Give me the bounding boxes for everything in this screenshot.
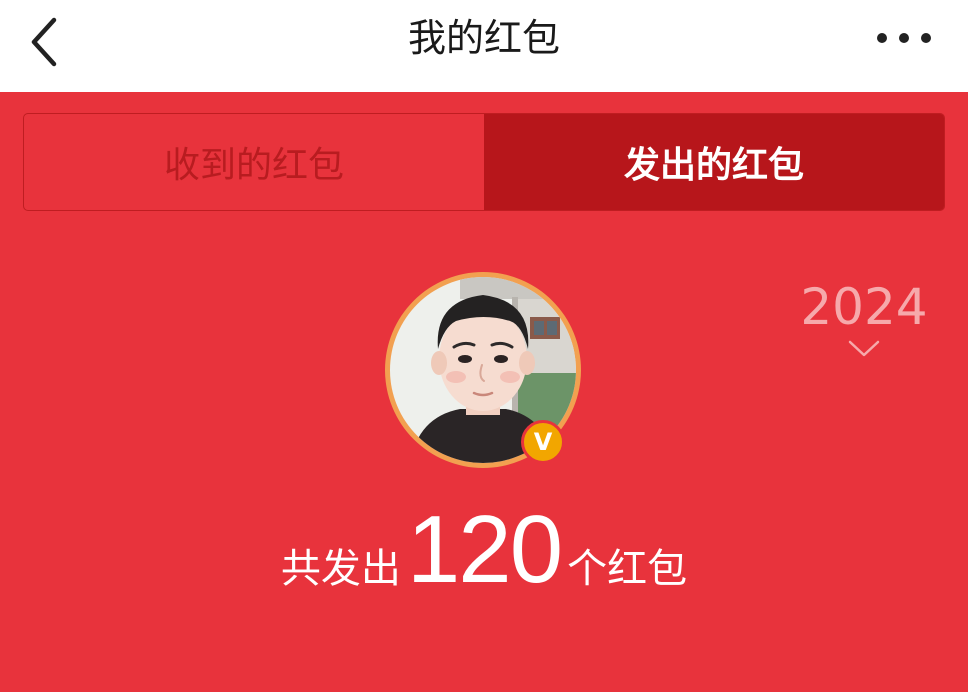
summary-prefix: 共发出 (280, 546, 401, 592)
verified-badge-icon: V (521, 420, 565, 464)
packet-tabs: 收到的红包 发出的红包 (23, 113, 945, 211)
red-packet-page: 我的红包 收到的红包 发出的红包 2024 V 共发出 120 个红包 (0, 0, 968, 692)
sent-summary: 共发出 120 个红包 (0, 500, 968, 610)
year-label: 2024 (800, 278, 928, 336)
tab-label: 收到的红包 (163, 145, 344, 186)
tab-received-packets[interactable]: 收到的红包 (24, 114, 484, 210)
sent-count: 120 (406, 496, 563, 603)
top-nav-bar: 我的红包 (0, 0, 968, 92)
more-button[interactable] (872, 18, 936, 58)
more-horizontal-icon (877, 33, 931, 43)
summary-suffix: 个红包 (567, 546, 688, 592)
year-selector[interactable]: 2024 (790, 278, 938, 368)
page-title: 我的红包 (407, 16, 560, 60)
tab-sent-packets[interactable]: 发出的红包 (484, 114, 944, 210)
chevron-down-icon (848, 340, 880, 357)
tab-label: 发出的红包 (623, 145, 804, 186)
